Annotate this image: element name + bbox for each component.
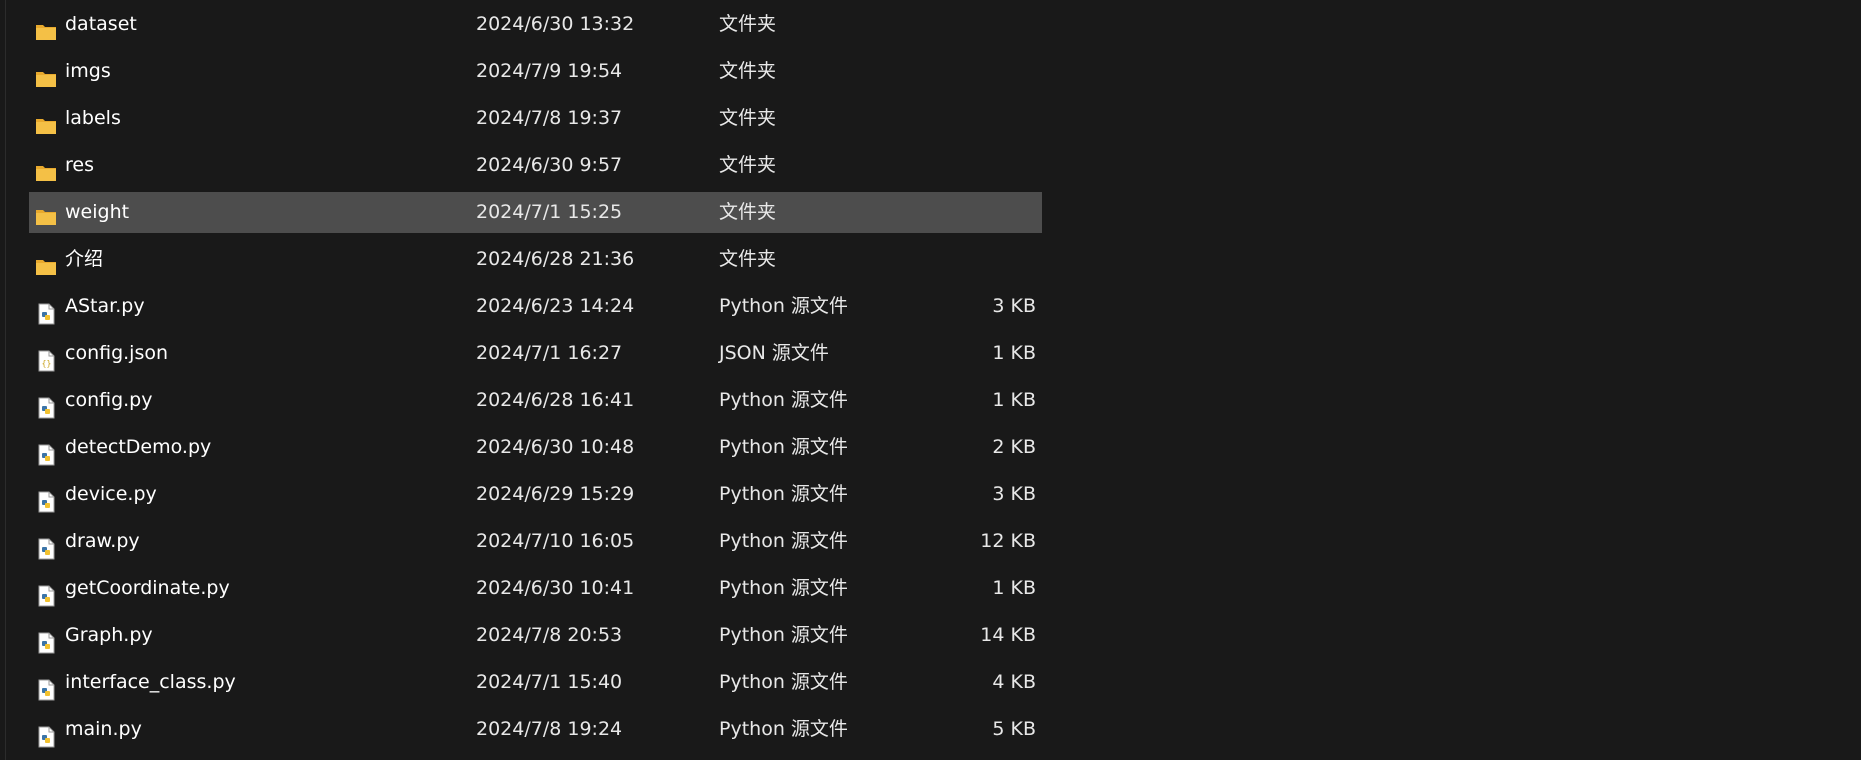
file-row[interactable]: labels 2024/7/8 19:37 文件夹 bbox=[29, 95, 1042, 142]
file-type: Python 源文件 bbox=[719, 295, 848, 317]
file-date-modified: 2024/6/28 21:36 bbox=[476, 248, 635, 270]
file-type: Python 源文件 bbox=[719, 718, 848, 740]
file-row[interactable]: weight 2024/7/1 15:25 文件夹 bbox=[29, 192, 1042, 233]
folder-icon bbox=[35, 61, 57, 87]
file-row[interactable]: dataset 2024/6/30 13:32 文件夹 bbox=[29, 1, 1042, 48]
file-name: AStar.py bbox=[65, 295, 145, 317]
file-date-modified: 2024/7/1 16:27 bbox=[476, 342, 623, 364]
file-date-modified: 2024/7/10 16:05 bbox=[476, 530, 635, 552]
file-type: 文件夹 bbox=[719, 13, 777, 35]
file-name: draw.py bbox=[65, 530, 140, 552]
file-size: 14 KB bbox=[980, 624, 1036, 646]
file-date-modified: 2024/7/1 15:40 bbox=[476, 671, 623, 693]
file-row[interactable]: interface_class.py 2024/7/1 15:40 Python 源… bbox=[29, 659, 1042, 706]
file-size: 5 KB bbox=[992, 718, 1036, 740]
file-type: Python 源文件 bbox=[719, 483, 848, 505]
file-name: res bbox=[65, 154, 94, 176]
svg-text:{}: {} bbox=[42, 359, 52, 368]
python-file-icon bbox=[35, 484, 57, 512]
python-file-icon bbox=[35, 672, 57, 700]
file-name: device.py bbox=[65, 483, 157, 505]
python-file-icon bbox=[35, 719, 57, 747]
file-row[interactable]: 介绍 2024/6/28 21:36 文件夹 bbox=[29, 236, 1042, 283]
file-type: 文件夹 bbox=[719, 201, 777, 223]
file-size: 12 KB bbox=[980, 530, 1036, 552]
file-date-modified: 2024/7/8 20:53 bbox=[476, 624, 623, 646]
file-row[interactable]: draw.py 2024/7/10 16:05 Python 源文件 12 KB bbox=[29, 518, 1042, 565]
file-row[interactable]: Graph.py 2024/7/8 20:53 Python 源文件 14 KB bbox=[29, 612, 1042, 659]
file-date-modified: 2024/6/30 10:41 bbox=[476, 577, 635, 599]
file-date-modified: 2024/6/30 10:48 bbox=[476, 436, 635, 458]
file-name: config.py bbox=[65, 389, 153, 411]
file-size: 3 KB bbox=[992, 295, 1036, 317]
file-size: 1 KB bbox=[992, 577, 1036, 599]
file-date-modified: 2024/6/30 13:32 bbox=[476, 13, 635, 35]
file-date-modified: 2024/7/8 19:24 bbox=[476, 718, 623, 740]
python-file-icon bbox=[35, 437, 57, 465]
file-row[interactable]: detectDemo.py 2024/6/30 10:48 Python 源文件 2 … bbox=[29, 424, 1042, 471]
file-name: main.py bbox=[65, 718, 142, 740]
file-name: detectDemo.py bbox=[65, 436, 212, 458]
file-row[interactable]: res 2024/6/30 9:57 文件夹 bbox=[29, 142, 1042, 189]
pane-divider bbox=[5, 0, 6, 760]
file-name: Graph.py bbox=[65, 624, 153, 646]
file-size: 1 KB bbox=[992, 342, 1036, 364]
file-size: 3 KB bbox=[992, 483, 1036, 505]
file-name: config.json bbox=[65, 342, 169, 364]
python-file-icon bbox=[35, 578, 57, 606]
file-row[interactable]: main.py 2024/7/8 19:24 Python 源文件 5 KB bbox=[29, 706, 1042, 753]
file-row[interactable]: AStar.py 2024/6/23 14:24 Python 源文件 3 KB bbox=[29, 283, 1042, 330]
file-name: labels bbox=[65, 107, 121, 129]
file-row[interactable]: config.py 2024/6/28 16:41 Python 源文件 1 KB bbox=[29, 377, 1042, 424]
file-date-modified: 2024/7/1 15:25 bbox=[476, 201, 623, 223]
python-file-icon bbox=[35, 296, 57, 324]
folder-icon bbox=[35, 249, 57, 275]
folder-icon bbox=[35, 108, 57, 134]
file-row[interactable]: getCoordinate.py 2024/6/30 10:41 Python 源文… bbox=[29, 565, 1042, 612]
file-type: Python 源文件 bbox=[719, 624, 848, 646]
file-size: 1 KB bbox=[992, 389, 1036, 411]
file-name: 介绍 bbox=[65, 248, 104, 270]
python-file-icon bbox=[35, 531, 57, 559]
file-type: Python 源文件 bbox=[719, 671, 848, 693]
file-type: Python 源文件 bbox=[719, 530, 848, 552]
file-date-modified: 2024/6/28 16:41 bbox=[476, 389, 635, 411]
file-name: imgs bbox=[65, 60, 111, 82]
file-type: Python 源文件 bbox=[719, 436, 848, 458]
file-date-modified: 2024/6/30 9:57 bbox=[476, 154, 623, 176]
json-file-icon: {} bbox=[35, 343, 57, 371]
folder-icon bbox=[35, 155, 57, 181]
file-size: 2 KB bbox=[992, 436, 1036, 458]
file-name: weight bbox=[65, 201, 130, 223]
file-date-modified: 2024/6/23 14:24 bbox=[476, 295, 635, 317]
file-size: 4 KB bbox=[992, 671, 1036, 693]
file-date-modified: 2024/6/29 15:29 bbox=[476, 483, 635, 505]
file-type: Python 源文件 bbox=[719, 577, 848, 599]
file-row[interactable]: device.py 2024/6/29 15:29 Python 源文件 3 KB bbox=[29, 471, 1042, 518]
python-file-icon bbox=[35, 390, 57, 418]
file-type: 文件夹 bbox=[719, 107, 777, 129]
file-type: 文件夹 bbox=[719, 248, 777, 270]
file-name: interface_class.py bbox=[65, 671, 236, 693]
file-list: dataset 2024/6/30 13:32 文件夹 imgs 2024/7/9 19… bbox=[29, 1, 1042, 753]
file-name: getCoordinate.py bbox=[65, 577, 230, 599]
file-date-modified: 2024/7/8 19:37 bbox=[476, 107, 623, 129]
file-type: 文件夹 bbox=[719, 60, 777, 82]
file-type: Python 源文件 bbox=[719, 389, 848, 411]
file-row[interactable]: imgs 2024/7/9 19:54 文件夹 bbox=[29, 48, 1042, 95]
python-file-icon bbox=[35, 625, 57, 653]
file-explorer-pane: dataset 2024/6/30 13:32 文件夹 imgs 2024/7/9 19… bbox=[0, 0, 1861, 760]
file-row[interactable]: {} config.json 2024/7/1 16:27 JSON 源文件 1 KB bbox=[29, 330, 1042, 377]
file-name: dataset bbox=[65, 13, 137, 35]
file-type: 文件夹 bbox=[719, 154, 777, 176]
folder-icon bbox=[35, 14, 57, 40]
file-type: JSON 源文件 bbox=[719, 342, 829, 364]
folder-icon bbox=[35, 202, 57, 225]
file-date-modified: 2024/7/9 19:54 bbox=[476, 60, 623, 82]
